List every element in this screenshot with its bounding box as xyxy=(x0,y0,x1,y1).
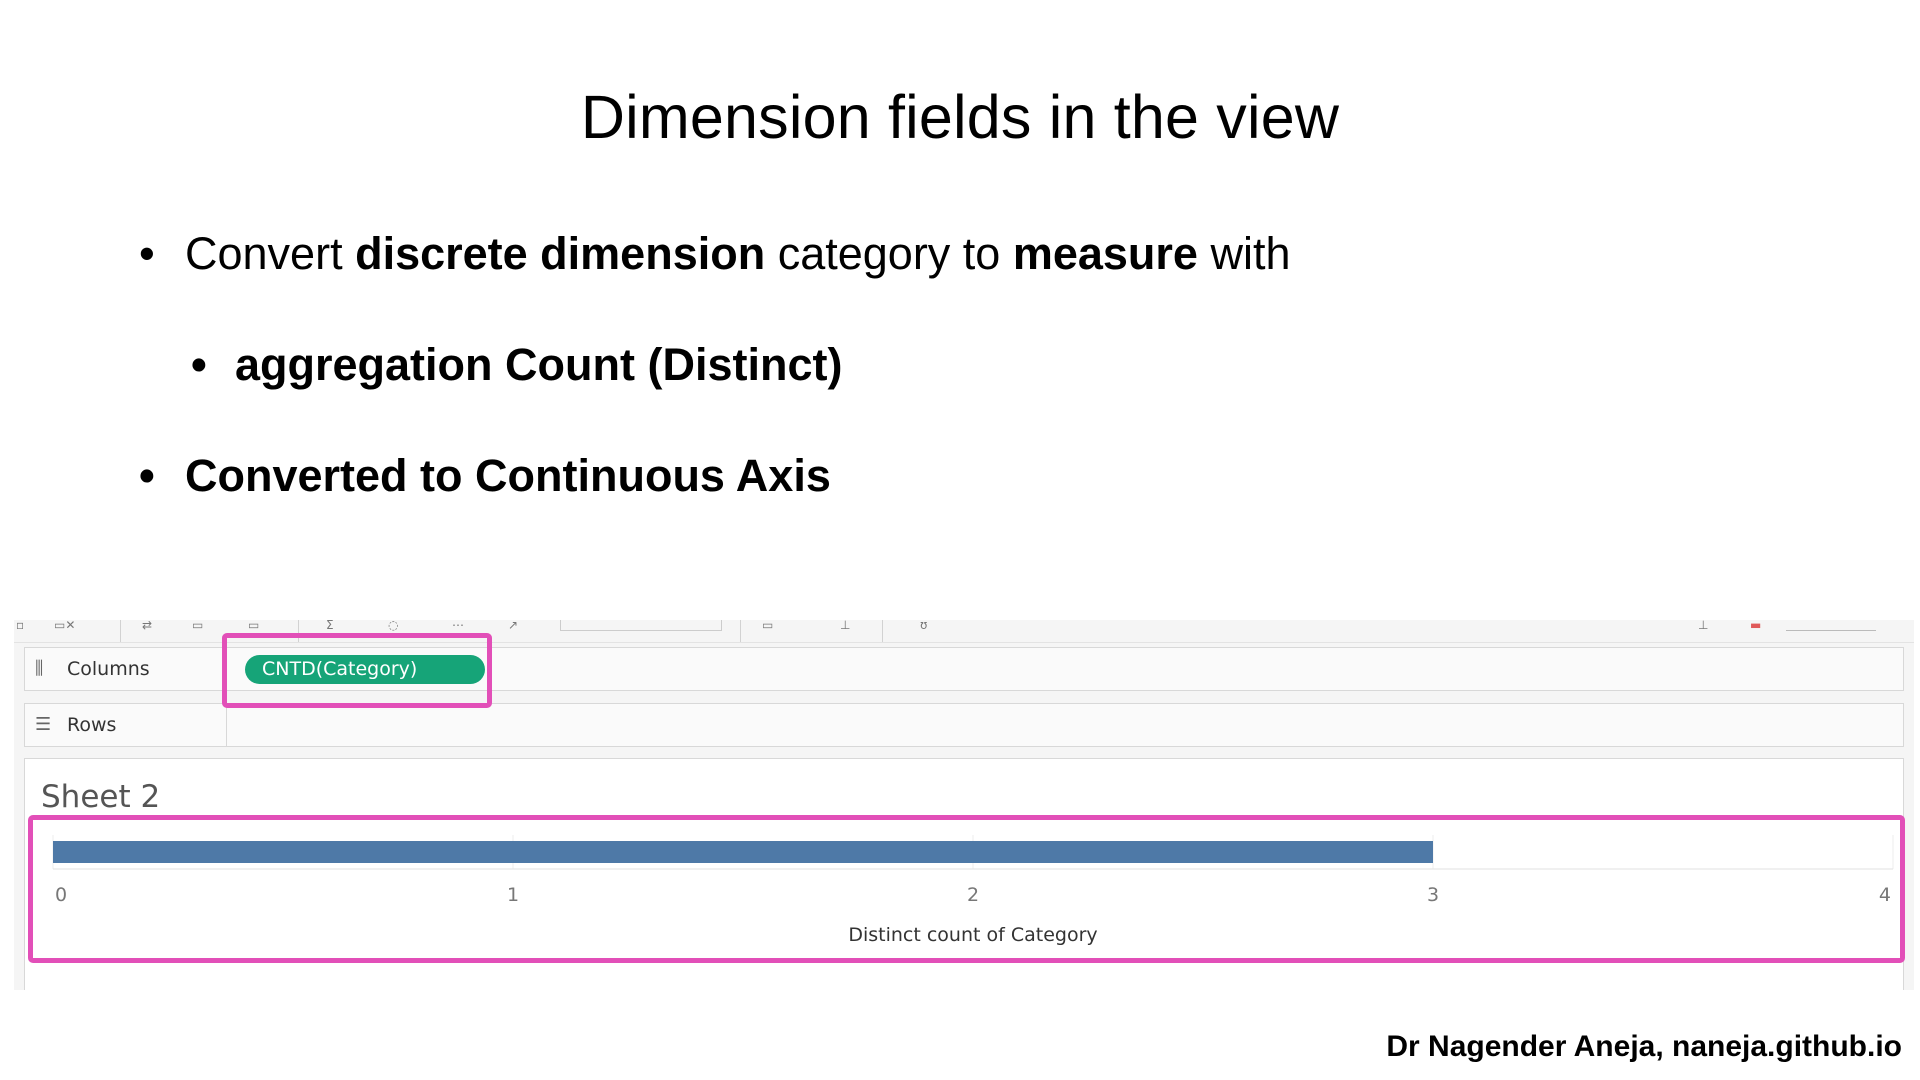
bullet-text: category to xyxy=(765,228,1013,279)
totals-icon[interactable]: Σ xyxy=(326,620,334,631)
chart-highlight-box xyxy=(28,815,1905,963)
bullet-text: Convert xyxy=(185,228,356,279)
bullet-glyph: • xyxy=(139,228,155,279)
footer-credit: Dr Nagender Aneja, naneja.github.io xyxy=(1386,1030,1902,1063)
columns-shelf-label: ⫼ Columns xyxy=(25,648,227,690)
rows-shelf[interactable]: ☰ Rows xyxy=(24,703,1904,747)
bullet-glyph: • xyxy=(139,450,155,501)
show-me-button[interactable] xyxy=(1786,620,1876,631)
toolbar-icon[interactable]: ▫ xyxy=(16,620,24,631)
bullet-bold-text: measure xyxy=(1012,228,1198,279)
toolbar-separator xyxy=(882,620,883,642)
bullet-text: with xyxy=(1197,228,1291,279)
sort-asc-icon[interactable]: ▭ xyxy=(192,620,203,631)
toolbar-separator xyxy=(120,620,121,642)
clear-sheet-icon[interactable]: ▭✕ xyxy=(54,620,75,631)
bullet-bold-text: discrete dimension xyxy=(355,228,766,279)
labels-icon[interactable]: ⋯ xyxy=(452,620,464,631)
bullet-glyph: • xyxy=(191,339,207,390)
fit-dropdown[interactable] xyxy=(560,620,722,631)
download-icon[interactable]: ⊥ xyxy=(1698,620,1708,631)
rows-icon: ☰ xyxy=(35,714,52,735)
highlight-icon[interactable]: ◌ xyxy=(388,620,398,631)
rows-shelf-label: ☰ Rows xyxy=(25,704,227,746)
share-icon[interactable]: ⊥ xyxy=(840,620,850,631)
bullet-continuous-axis: • Converted to Continuous Axis xyxy=(139,450,831,502)
show-me-icon[interactable]: ▬ xyxy=(1750,620,1761,631)
columns-icon: ⫼ xyxy=(35,658,44,679)
presentation-icon[interactable]: ▭ xyxy=(762,620,773,631)
bullet-text: aggregation Count (Distinct) xyxy=(235,339,843,390)
toolbar-separator xyxy=(740,620,741,642)
toolbar-icon[interactable]: ʊ xyxy=(920,620,927,631)
columns-label-text: Columns xyxy=(67,658,150,680)
pill-highlight-box xyxy=(222,633,492,708)
swap-icon[interactable]: ⇄ xyxy=(142,620,152,631)
bullet-text: Converted to Continuous Axis xyxy=(185,450,831,501)
rows-label-text: Rows xyxy=(67,714,117,736)
fix-axes-icon[interactable]: ↗ xyxy=(508,620,518,631)
bullet-convert: • Convert discrete dimension category to… xyxy=(139,228,1291,280)
bullet-aggregation: • aggregation Count (Distinct) xyxy=(191,339,843,391)
sort-desc-icon[interactable]: ▭ xyxy=(248,620,259,631)
slide-title: Dimension fields in the view xyxy=(580,83,1340,151)
